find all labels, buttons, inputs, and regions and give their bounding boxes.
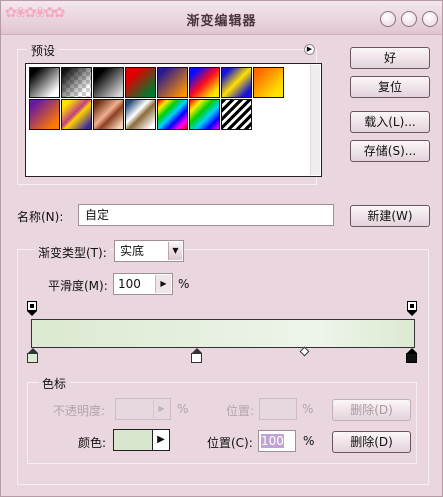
name-input[interactable]: 自定 [78,204,334,226]
gradient-editor-window: ✿❀✿❀✿✿ 渐变编辑器 预设 ▶ 好 复位 载入(L)... 存储(S)...… [0,0,443,497]
gradient-type-label: 渐变类型(T): [35,244,110,261]
save-button[interactable]: 存储(S)... [350,140,430,162]
opacity-stop-right[interactable] [407,301,417,316]
gradient-type-select[interactable]: 实底 ▼ [114,240,184,262]
color-menu-arrow-icon[interactable]: ▶ [152,430,169,450]
presets-label: 预设 [27,42,60,59]
opacity-position-label: 位置: [226,404,255,418]
preset-swatch-4[interactable] [125,67,156,98]
new-button[interactable]: 新建(W) [350,205,430,227]
delete-opacity-stop-button: 删除(D) [332,399,411,421]
preset-swatch-11[interactable] [93,99,124,130]
color-label: 颜色: [78,436,107,450]
preset-swatch-13[interactable] [157,99,188,130]
stops-group-label: 色标 [39,375,70,392]
color-swatch[interactable] [114,430,152,450]
title-bar: ✿❀✿❀✿✿ 渐变编辑器 [1,1,442,35]
preset-swatch-12[interactable] [125,99,156,130]
load-button[interactable]: 载入(L)... [350,111,430,133]
preset-swatch-5[interactable] [157,67,188,98]
opacity-arrow-icon: ▶ [153,400,169,418]
preset-swatch-1[interactable] [29,67,60,98]
opacity-position-unit: % [302,402,314,416]
preset-swatch-14[interactable] [189,99,220,130]
color-position-value: 100 [261,434,284,448]
color-position-label: 位置(C): [207,436,253,450]
gradient-type-value: 实底 [120,244,145,258]
ok-button[interactable]: 好 [350,47,430,69]
smoothness-value: 100 [118,277,141,291]
opacity-label: 不透明度: [53,404,106,418]
chevron-down-icon: ▼ [168,242,182,260]
presets-swatch-list [25,63,322,177]
preset-swatch-3[interactable] [93,67,124,98]
name-label: 名称(N): [17,210,64,224]
preset-swatch-6[interactable] [189,67,220,98]
preset-swatch-10[interactable] [61,99,92,130]
smoothness-input[interactable]: 100 ▶ [113,273,173,295]
preset-swatch-7[interactable] [221,67,252,98]
color-swatch-picker[interactable]: ▶ [113,429,170,451]
opacity-input: ▶ [115,398,171,420]
preset-swatch-15[interactable] [221,99,252,130]
color-stop-right-selected[interactable] [406,348,418,364]
maximize-button[interactable] [401,11,417,27]
opacity-unit: % [177,402,189,416]
smoothness-label: 平滑度(M): [48,279,108,293]
delete-color-stop-button[interactable]: 删除(D) [332,431,411,453]
minimize-button[interactable] [380,11,396,27]
preset-swatch-9[interactable] [29,99,60,130]
smoothness-arrow-icon[interactable]: ▶ [155,275,171,293]
color-stop-left[interactable] [27,348,39,364]
gradient-preview-bar[interactable] [31,319,415,348]
window-title: 渐变编辑器 [186,14,257,29]
reset-button[interactable]: 复位 [350,76,430,98]
opacity-stop-left[interactable] [27,301,37,316]
smoothness-unit: % [178,277,190,291]
close-button[interactable] [422,11,438,27]
color-position-unit: % [303,434,315,448]
preset-swatch-2[interactable] [61,67,92,98]
color-position-input[interactable]: 100 [258,430,296,452]
color-stop-middle[interactable] [191,348,203,364]
presets-menu-arrow-icon[interactable]: ▶ [304,44,315,55]
presets-scrollbar[interactable] [310,65,320,175]
preset-swatch-8[interactable] [253,67,284,98]
opacity-position-input [259,398,297,420]
